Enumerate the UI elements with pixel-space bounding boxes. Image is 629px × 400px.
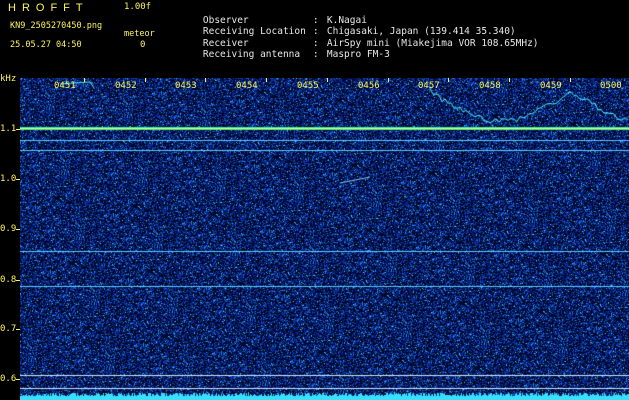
time-tick-label: 0458 xyxy=(479,81,501,91)
info-value: Maspro FM-3 xyxy=(326,49,390,60)
time-tick-label: 0457 xyxy=(418,81,440,91)
time-tick-label: 0500 xyxy=(600,81,622,91)
time-tick xyxy=(145,78,146,82)
info-row-antenna: Receiving antenna: Maspro FM-3 xyxy=(202,49,390,60)
spectrogram-canvas xyxy=(20,78,629,400)
hrofft-window: HROFFT 1.00f KN9_2505270450.png meteor 0… xyxy=(0,0,629,400)
time-tick-label: 0455 xyxy=(297,81,319,91)
filename-label: KN9_2505270450.png xyxy=(10,21,103,31)
time-tick-label: 0453 xyxy=(175,81,197,91)
meteor-label: meteor xyxy=(124,29,155,39)
y-tick xyxy=(16,329,20,330)
spectrogram-plot xyxy=(20,78,629,400)
time-tick xyxy=(327,78,328,82)
time-tick xyxy=(84,78,85,82)
time-tick xyxy=(205,78,206,82)
y-tick xyxy=(16,129,20,130)
y-tick xyxy=(16,280,20,281)
time-tick xyxy=(266,78,267,82)
y-tick xyxy=(16,229,20,230)
info-key: Receiving antenna xyxy=(202,49,301,60)
time-tick-label: 0452 xyxy=(115,81,137,91)
time-tick xyxy=(570,78,571,82)
time-tick xyxy=(388,78,389,82)
time-tick xyxy=(509,78,510,82)
time-tick xyxy=(448,78,449,82)
app-title: HROFFT xyxy=(8,2,89,14)
time-tick-label: 0451 xyxy=(54,81,76,91)
time-tick-label: 0459 xyxy=(540,81,562,91)
meteor-count: 0 xyxy=(140,40,146,50)
time-tick-label: 0454 xyxy=(236,81,258,91)
y-tick xyxy=(16,179,20,180)
y-tick xyxy=(16,379,20,380)
datetime-label: 25.05.27 04:50 xyxy=(10,40,82,50)
time-tick-label: 0456 xyxy=(358,81,380,91)
y-axis-unit: kHz xyxy=(0,74,17,84)
version-label: 1.00f xyxy=(124,2,152,12)
